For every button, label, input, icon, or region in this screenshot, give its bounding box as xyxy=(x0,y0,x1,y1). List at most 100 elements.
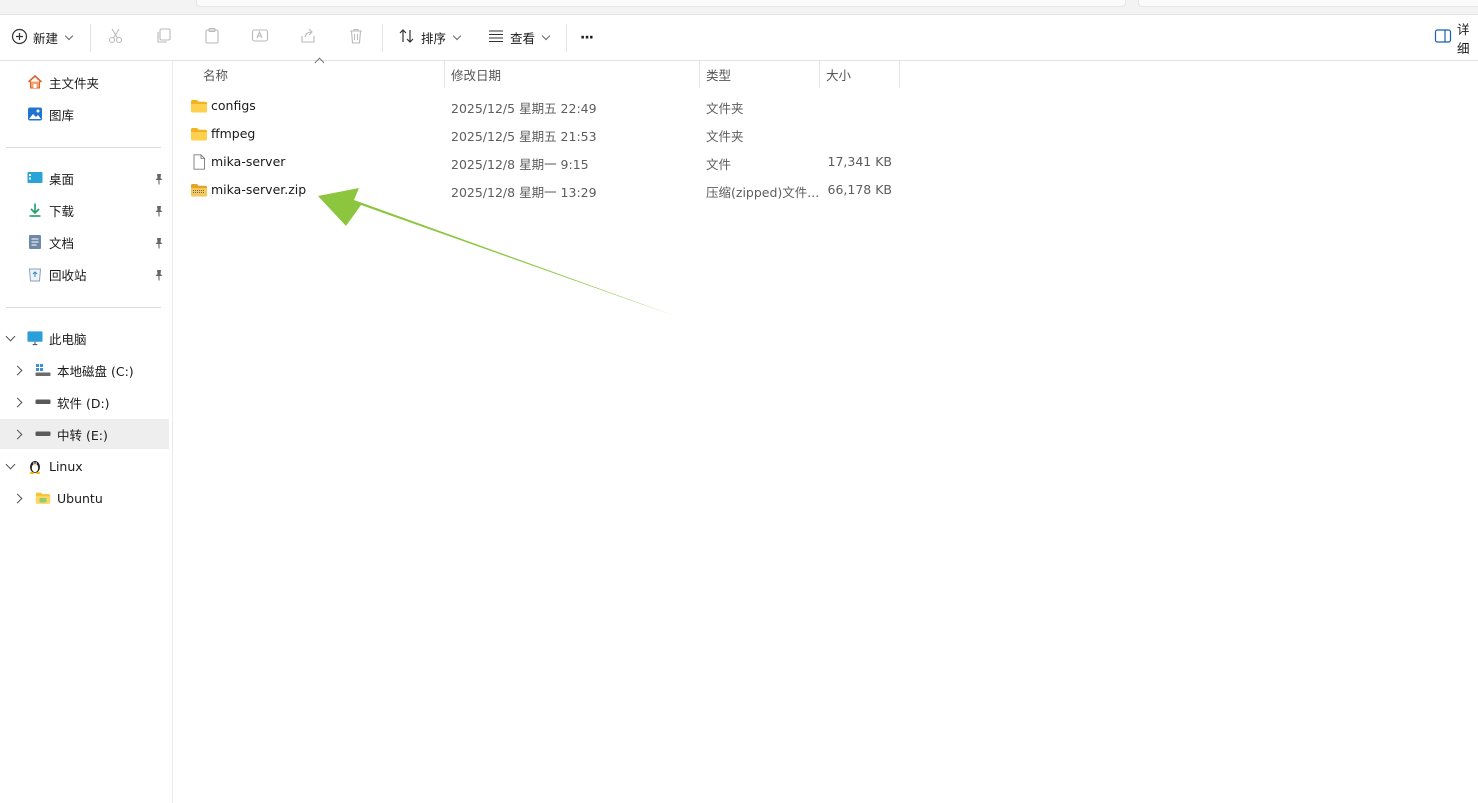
view-label: 查看 xyxy=(510,31,536,46)
recycle-bin-icon xyxy=(27,266,43,282)
file-row[interactable]: mika-server 2025/12/8 星期一 9:15 文件 17,341… xyxy=(186,148,906,176)
nav-item-documents[interactable]: 文档 xyxy=(0,227,169,257)
copy-button[interactable] xyxy=(155,15,173,60)
nav-drive-d-label: 软件 (D:) xyxy=(57,395,110,411)
column-divider[interactable] xyxy=(699,61,700,88)
nav-home-label: 主文件夹 xyxy=(49,75,100,91)
nav-item-recycle-bin[interactable]: 回收站 xyxy=(0,259,169,289)
nav-item-desktop[interactable]: 桌面 xyxy=(0,163,169,193)
chevron-down-icon xyxy=(64,31,74,41)
scissors-icon xyxy=(107,27,125,48)
nav-linux-label: Linux xyxy=(49,458,83,474)
paste-button[interactable] xyxy=(203,15,221,60)
nav-item-drive-c[interactable]: 本地磁盘 (C:) xyxy=(0,355,169,385)
column-header-name[interactable]: 名称 xyxy=(203,61,228,88)
view-button[interactable]: 查看 xyxy=(487,15,551,60)
rename-button[interactable] xyxy=(251,15,269,60)
ubuntu-folder-icon xyxy=(35,490,51,506)
column-type-label: 类型 xyxy=(706,68,732,83)
nav-item-drive-d[interactable]: 软件 (D:) xyxy=(0,387,169,417)
nav-item-this-pc[interactable]: 此电脑 xyxy=(0,323,169,353)
folder-icon xyxy=(190,98,208,114)
drive-icon xyxy=(35,394,51,410)
nav-downloads-label: 下载 xyxy=(49,203,75,219)
column-divider[interactable] xyxy=(819,61,820,88)
command-bar: 新建 排序 查看 ··· 详细 xyxy=(0,15,1478,61)
pin-icon xyxy=(154,269,164,281)
column-size-label: 大小 xyxy=(826,68,852,83)
toolbar-divider xyxy=(382,24,383,52)
computer-icon xyxy=(27,330,43,346)
file-name: ffmpeg xyxy=(211,126,256,141)
copy-icon xyxy=(155,27,173,48)
file-name: mika-server xyxy=(211,154,286,169)
column-divider[interactable] xyxy=(899,61,900,88)
toolbar-divider xyxy=(566,24,567,52)
delete-button[interactable] xyxy=(347,15,365,60)
more-options-button[interactable]: ··· xyxy=(580,15,594,60)
chevron-right-icon[interactable] xyxy=(12,365,23,376)
column-header-size[interactable]: 大小 xyxy=(826,61,851,88)
navigation-pane: 主文件夹 图库 桌面 下载 文档 回收站 此电脑 本地磁盘 (C:) 软件 (D… xyxy=(0,61,173,803)
file-type: 文件夹 xyxy=(706,101,744,116)
document-icon xyxy=(27,234,43,250)
linux-penguin-icon xyxy=(27,458,43,474)
clipboard-icon xyxy=(203,27,221,48)
file-size: 66,178 KB xyxy=(827,182,892,197)
drive-icon xyxy=(35,426,51,442)
new-button[interactable]: 新建 xyxy=(11,15,74,60)
nav-item-downloads[interactable]: 下载 xyxy=(0,195,169,225)
details-pane-icon xyxy=(1434,28,1452,47)
file-row[interactable]: configs 2025/12/5 星期五 22:49 文件夹 xyxy=(186,92,906,120)
pin-icon xyxy=(154,237,164,249)
details-label: 详细 xyxy=(1457,21,1470,56)
nav-documents-label: 文档 xyxy=(49,235,75,251)
cut-button[interactable] xyxy=(107,15,125,60)
nav-item-ubuntu[interactable]: Ubuntu xyxy=(0,483,169,513)
nav-recycle-bin-label: 回收站 xyxy=(49,267,87,283)
file-modified: 2025/12/8 星期一 9:15 xyxy=(451,157,589,172)
new-label: 新建 xyxy=(33,31,59,46)
file-type: 文件夹 xyxy=(706,129,744,144)
green-arrow-shape xyxy=(318,188,675,316)
address-bar[interactable] xyxy=(196,0,1126,7)
nav-item-gallery[interactable]: 图库 xyxy=(0,99,169,129)
home-icon xyxy=(27,74,43,90)
file-modified: 2025/12/8 星期一 13:29 xyxy=(451,185,597,200)
sort-button[interactable]: 排序 xyxy=(398,15,462,60)
plus-circle-icon xyxy=(11,28,28,48)
nav-divider xyxy=(6,307,161,308)
column-header-modified[interactable]: 修改日期 xyxy=(451,61,501,88)
more-label: ··· xyxy=(580,29,594,46)
chevron-right-icon[interactable] xyxy=(12,397,23,408)
gallery-icon xyxy=(27,106,43,122)
share-button[interactable] xyxy=(299,15,317,60)
file-row[interactable]: mika-server.zip 2025/12/8 星期一 13:29 压缩(z… xyxy=(186,176,906,204)
list-view-icon xyxy=(487,27,505,48)
search-box[interactable] xyxy=(1138,0,1478,7)
chevron-down-icon[interactable] xyxy=(5,331,16,342)
column-name-label: 名称 xyxy=(203,68,229,83)
chevron-down-icon xyxy=(541,31,551,41)
nav-drive-c-label: 本地磁盘 (C:) xyxy=(57,363,134,379)
file-name: configs xyxy=(211,98,256,113)
file-row[interactable]: ffmpeg 2025/12/5 星期五 21:53 文件夹 xyxy=(186,120,906,148)
nav-item-home[interactable]: 主文件夹 xyxy=(0,67,169,97)
file-modified: 2025/12/5 星期五 22:49 xyxy=(451,101,597,116)
file-icon xyxy=(190,154,208,170)
chevron-right-icon[interactable] xyxy=(12,493,23,504)
nav-this-pc-label: 此电脑 xyxy=(49,331,87,347)
chevron-right-icon[interactable] xyxy=(12,429,23,440)
chevron-down-icon[interactable] xyxy=(5,459,16,470)
details-pane-button[interactable]: 详细 xyxy=(1434,15,1478,60)
column-header-type[interactable]: 类型 xyxy=(706,61,731,88)
folder-icon xyxy=(190,126,208,142)
nav-item-drive-e[interactable]: 中转 (E:) xyxy=(0,419,169,449)
file-type: 压缩(zipped)文件... xyxy=(706,185,820,200)
trash-icon xyxy=(347,27,365,48)
title-address-strip xyxy=(0,0,1478,15)
nav-item-linux[interactable]: Linux xyxy=(0,451,169,481)
column-divider[interactable] xyxy=(444,61,445,88)
file-size: 17,341 KB xyxy=(827,154,892,169)
file-name: mika-server.zip xyxy=(211,182,307,197)
